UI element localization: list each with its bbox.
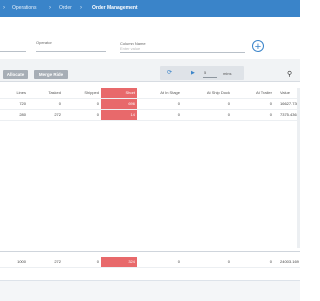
cell-at-in-stage: 0 <box>177 112 180 117</box>
allocate-button[interactable]: Allocate <box>3 70 28 79</box>
column-name-input[interactable]: Enter value <box>120 46 140 51</box>
cell-lines: 280 <box>19 112 26 117</box>
cell-at-in-stage: 0 <box>177 101 180 106</box>
breadcrumb-order-management: Order Management <box>92 5 138 11</box>
column-header-shipped[interactable]: Shipped <box>63 88 101 98</box>
total-value: 24003.169 <box>280 259 299 264</box>
play-icon[interactable]: ▶ <box>191 70 195 76</box>
breadcrumb-order[interactable]: Order <box>59 4 72 13</box>
divider <box>0 267 300 268</box>
chevron-right-icon: › <box>80 5 82 11</box>
cell-at-trailer: 0 <box>269 112 272 117</box>
top-nav-bar: › Operations › Order › Order Management <box>0 0 300 17</box>
total-at-trailer: 0 <box>269 259 272 264</box>
cell-shipped: 0 <box>96 112 99 117</box>
cell-at-ship-dock: 0 <box>227 101 230 106</box>
table-row[interactable]: 720 0 0 696 0 0 0 16627.736 <box>0 99 300 109</box>
chevron-right-icon: › <box>49 5 51 11</box>
operator-label: Operator <box>36 40 52 45</box>
cell-short: 696 <box>101 99 137 109</box>
table-row[interactable]: 280 272 0 14 0 0 0 7375.436 <box>0 110 300 120</box>
total-lines: 1000 <box>17 259 26 264</box>
cell-value: 16627.736 <box>280 101 299 106</box>
column-header-at-trailer[interactable]: At Trailer <box>232 88 274 98</box>
add-filter-button[interactable]: + <box>252 40 264 53</box>
plus-icon: + <box>254 41 262 53</box>
cell-shipped: 0 <box>96 101 99 106</box>
filter-field-underline[interactable] <box>0 51 26 52</box>
divider <box>0 120 300 121</box>
cell-lines: 720 <box>19 101 26 106</box>
column-name-underline <box>120 52 245 53</box>
column-header-at-in-stage[interactable]: At In Stage <box>137 88 182 98</box>
column-header-at-ship-dock[interactable]: At Ship Dock <box>182 88 232 98</box>
column-header-value[interactable]: Value <box>274 88 297 98</box>
refresh-icon[interactable]: ⟳ <box>167 70 172 76</box>
total-shipped: 0 <box>96 259 99 264</box>
totals-row: 1000 272 0 324 0 0 0 24003.169 <box>0 257 300 267</box>
column-header-tasked[interactable]: Tasked <box>28 88 63 98</box>
refresh-interval-unit: mins <box>223 71 232 76</box>
cell-value: 7375.436 <box>280 112 297 117</box>
breadcrumb-operations[interactable]: Operations <box>12 4 36 13</box>
cell-tasked: 0 <box>58 101 61 106</box>
refresh-interval-underline <box>203 77 217 78</box>
total-short: 324 <box>101 257 137 267</box>
footer-strip <box>0 280 300 301</box>
totals-divider <box>0 251 300 252</box>
cell-tasked: 272 <box>54 112 61 117</box>
search-icon[interactable]: ⚲ <box>287 70 296 79</box>
column-header-lines[interactable]: Lines <box>0 88 28 98</box>
filter-bar <box>0 17 300 60</box>
merge-ride-button[interactable]: Merge Ride <box>34 70 68 79</box>
operator-select[interactable] <box>36 51 106 52</box>
vertical-scrollbar[interactable] <box>297 88 300 248</box>
cell-short: 14 <box>101 110 137 120</box>
total-tasked: 272 <box>54 259 61 264</box>
refresh-interval-value[interactable]: 5 <box>204 70 206 75</box>
auto-refresh-player: ⟳ ▶ 5 mins <box>160 66 244 80</box>
cell-at-trailer: 0 <box>269 101 272 106</box>
total-at-ship-dock: 0 <box>227 259 230 264</box>
column-header-short[interactable]: Short <box>101 88 137 98</box>
table-header-row: Lines Tasked Shipped Short At In Stage A… <box>0 88 300 98</box>
cell-at-ship-dock: 0 <box>227 112 230 117</box>
chevron-right-icon: › <box>3 5 5 11</box>
total-at-in-stage: 0 <box>177 259 180 264</box>
